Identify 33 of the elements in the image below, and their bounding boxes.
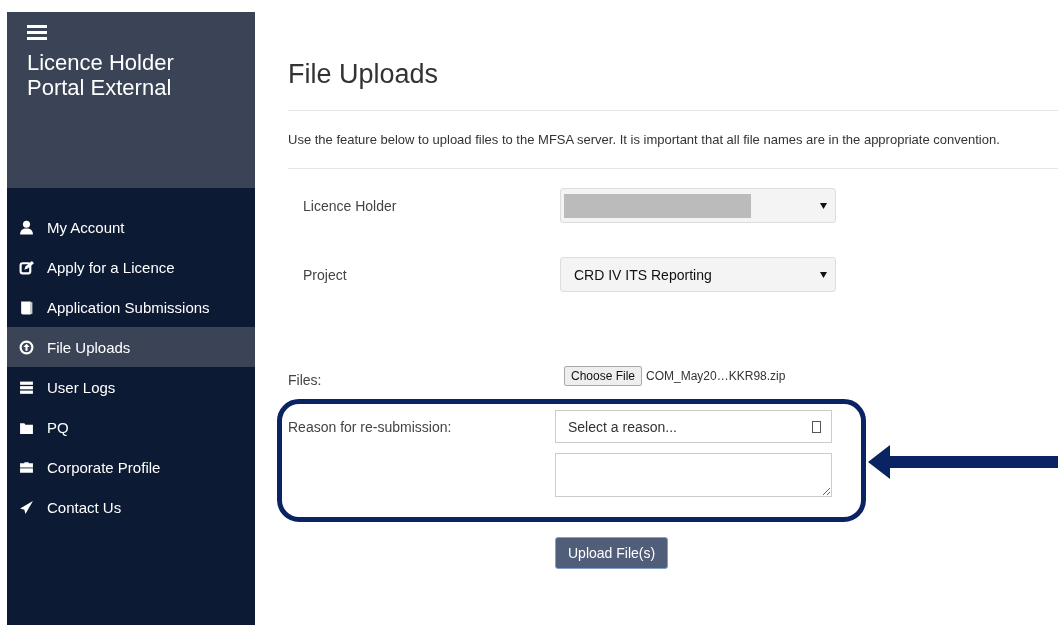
description-text: Use the feature below to upload files to the MFSA server. It is important that all file names are in the appropriate convention. [288, 111, 1058, 169]
sidebar-item[interactable]: Contact Us [7, 487, 255, 527]
upload-button[interactable]: Upload File(s) [555, 537, 669, 569]
menu-icon[interactable] [27, 24, 47, 40]
project-select[interactable]: CRD IV ITS Reporting [560, 257, 836, 292]
licence-holder-select[interactable] [560, 188, 836, 223]
sidebar-item[interactable]: User Logs [7, 367, 255, 407]
upload-circle-icon [19, 339, 34, 355]
field-label: Reason for re-submission: [288, 418, 453, 435]
sidebar-item[interactable]: File Uploads [7, 327, 255, 367]
field-label: Licence Holder [303, 197, 398, 214]
reason-text-area[interactable] [555, 453, 832, 497]
dropdown-glyph-icon [812, 420, 821, 433]
choose-file-button[interactable]: Choose File [564, 366, 643, 386]
book-icon [19, 299, 34, 315]
sidebar-item[interactable]: Apply for a Licence [7, 247, 255, 287]
file-name: COM_May20…KKR98.zip [646, 369, 786, 383]
page-title: File Uploads [288, 59, 1058, 111]
portal-title: Licence Holder Portal External [27, 50, 175, 100]
sidebar-item[interactable]: My Account [7, 207, 255, 247]
briefcase-icon [19, 459, 34, 475]
field-label: Files: [288, 371, 323, 388]
dropdown-caret-icon [820, 271, 827, 278]
server-icon [19, 379, 34, 395]
send-icon [19, 499, 34, 515]
edit-icon [19, 259, 34, 275]
sidebar-item[interactable]: PQ [7, 407, 255, 447]
sidebar-item[interactable]: Corporate Profile [7, 447, 255, 487]
dropdown-caret-icon [820, 202, 827, 209]
field-label: Project [303, 266, 348, 283]
sidebar-item[interactable]: Application Submissions [7, 287, 255, 327]
reason-select[interactable]: Select a reason... [555, 410, 832, 443]
user-icon [19, 219, 34, 235]
